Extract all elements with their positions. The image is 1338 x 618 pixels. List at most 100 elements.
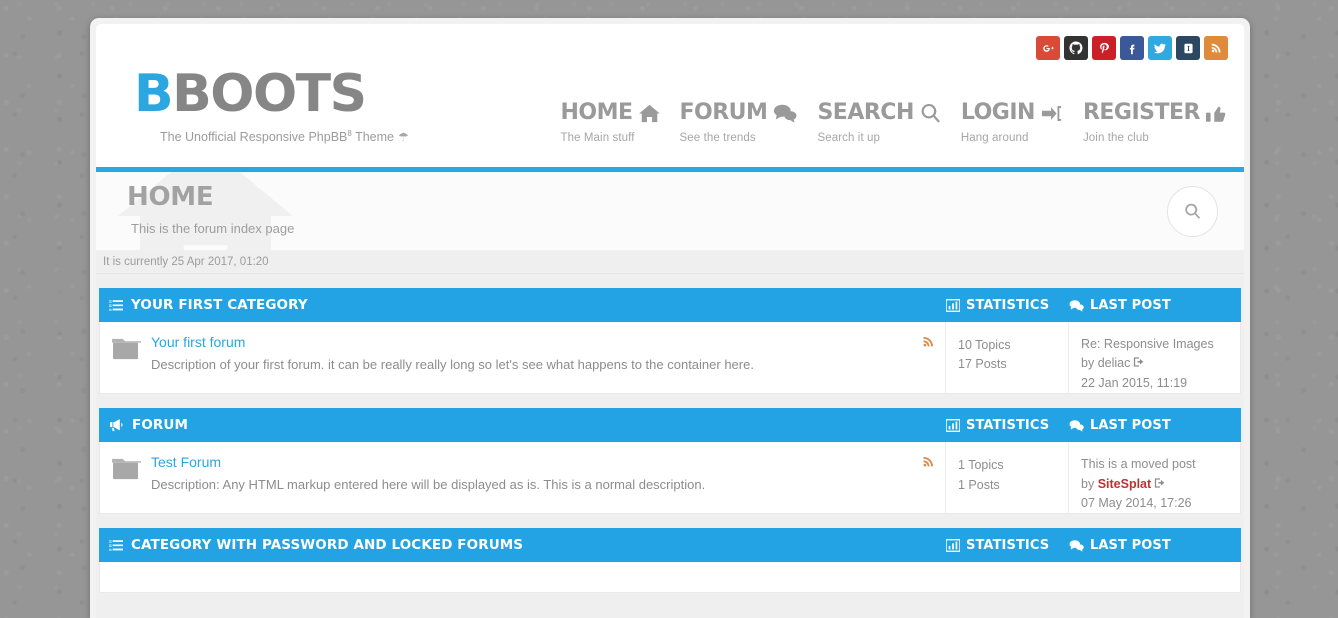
comments-icon — [773, 103, 797, 123]
column-header-statistics: STATISTICS — [946, 408, 1069, 442]
nav-login-sub: Hang around — [960, 132, 1029, 144]
logo-first-letter: B — [134, 64, 174, 124]
last-post-author[interactable]: SiteSplat — [1098, 477, 1152, 491]
nav-register-sub: Join the club — [1082, 132, 1149, 144]
page-viewport: BBOOTS The Unofficial Responsive PhpBB8 … — [96, 24, 1244, 618]
twitter-icon[interactable] — [1148, 36, 1172, 60]
column-header-last-post: LAST POST — [1069, 528, 1241, 562]
category-title-text: YOUR FIRST CATEGORY — [131, 297, 308, 313]
column-header-statistics: STATISTICS — [946, 288, 1069, 322]
nav-item-search[interactable]: SEARCH Search it up — [817, 102, 940, 144]
page-subtitle: This is the forum index page — [131, 221, 295, 236]
nav-item-forum[interactable]: FORUM See the trends — [680, 102, 798, 144]
category-header: CATEGORY WITH PASSWORD AND LOCKED FORUMS… — [99, 528, 1241, 563]
forum-info: Test Forum Description: Any HTML markup … — [100, 442, 945, 513]
comments-icon — [1069, 539, 1084, 552]
nav-item-login[interactable]: LOGIN Hang around — [961, 102, 1063, 144]
category-header: YOUR FIRST CATEGORY STATISTICS LAST POST — [99, 288, 1241, 322]
forum-category-block: FORUM STATISTICS LAST POST Test Forum De… — [96, 408, 1244, 515]
forum-category-block: YOUR FIRST CATEGORY STATISTICS LAST POST — [96, 288, 1244, 395]
brand-logo-block[interactable]: BBOOTS The Unofficial Responsive PhpBB8 … — [134, 68, 409, 144]
tagline-post: Theme — [351, 130, 394, 145]
forum-topics-count: 1 Topics — [958, 458, 1004, 473]
category-title[interactable]: CATEGORY WITH PASSWORD AND LOCKED FORUMS — [99, 528, 946, 562]
nav-item-register[interactable]: REGISTER Join the club — [1083, 102, 1228, 144]
forum-link[interactable]: Test Forum — [151, 454, 705, 472]
nav-item-home[interactable]: HOME The Main stuff — [560, 100, 660, 144]
comments-icon — [1069, 419, 1084, 432]
search-icon — [920, 103, 941, 124]
home-icon — [638, 104, 660, 123]
forum-row: Test Forum Description: Any HTML markup … — [99, 442, 1241, 515]
column-header-statistics-text: STATISTICS — [966, 297, 1050, 313]
forum-description: Description of your first forum. it can … — [151, 356, 754, 372]
header-search-button[interactable] — [1167, 186, 1218, 237]
comments-icon — [1069, 299, 1084, 312]
bar-chart-icon — [946, 418, 960, 432]
nav-search-label: SEARCH — [817, 100, 914, 125]
column-header-last-post-text: LAST POST — [1090, 297, 1171, 313]
nav-register-label: REGISTER — [1082, 100, 1201, 125]
category-title[interactable]: YOUR FIRST CATEGORY — [99, 288, 946, 322]
last-post-author-line: by SiteSplat — [1081, 475, 1230, 494]
forum-row — [99, 562, 1241, 594]
forum-description: Description: Any HTML markup entered her… — [151, 476, 706, 492]
site-header: BBOOTS The Unofficial Responsive PhpBB8 … — [96, 24, 1244, 172]
page-header-text: HOME This is the forum index page — [127, 184, 294, 236]
rss-icon[interactable] — [1204, 36, 1228, 60]
category-header: FORUM STATISTICS LAST POST — [99, 408, 1241, 443]
goto-post-icon[interactable] — [1133, 356, 1145, 368]
forum-category-block: CATEGORY WITH PASSWORD AND LOCKED FORUMS… — [96, 528, 1244, 594]
bullhorn-icon — [109, 418, 124, 432]
bar-chart-icon — [946, 538, 960, 552]
tasks-icon — [109, 299, 123, 312]
last-post-date: 07 May 2014, 17:26 — [1081, 495, 1192, 510]
nav-home-label: HOME — [560, 100, 633, 125]
forum-statistics: 10 Topics 17 Posts — [945, 322, 1068, 394]
pinterest-icon[interactable] — [1092, 36, 1116, 60]
instapaper-icon[interactable] — [1176, 36, 1200, 60]
facebook-icon[interactable] — [1120, 36, 1144, 60]
forum-last-post: This is a moved post by SiteSplat 07 May… — [1068, 442, 1240, 514]
last-post-author-line: by deliac — [1081, 354, 1230, 373]
forum-list: YOUR FIRST CATEGORY STATISTICS LAST POST — [96, 288, 1244, 594]
column-header-statistics: STATISTICS — [946, 528, 1069, 562]
rss-icon[interactable] — [922, 455, 935, 468]
tasks-icon — [109, 539, 123, 552]
last-post-subject[interactable]: This is a moved post — [1081, 455, 1230, 474]
forum-link[interactable]: Your first forum — [151, 334, 754, 352]
last-post-date: 22 Jan 2015, 11:19 — [1081, 375, 1188, 390]
site-tagline: The Unofficial Responsive PhpBB8 Theme ☂ — [160, 129, 409, 144]
nav-forum-sub: See the trends — [679, 132, 756, 144]
nav-search-sub: Search it up — [817, 132, 881, 144]
github-icon[interactable] — [1064, 36, 1088, 60]
nav-login-label: LOGIN — [960, 100, 1036, 125]
folder-icon — [112, 456, 141, 481]
umbrella-icon: ☂ — [397, 130, 409, 145]
google-plus-icon[interactable] — [1036, 36, 1060, 60]
site-logo[interactable]: BBOOTS — [134, 68, 409, 120]
social-links — [1036, 36, 1228, 60]
forum-topics-count: 10 Topics — [958, 338, 1011, 352]
folder-icon — [112, 336, 141, 361]
rss-icon[interactable] — [922, 335, 935, 348]
thumbs-up-icon — [1206, 104, 1228, 123]
column-header-last-post-text: LAST POST — [1090, 417, 1171, 433]
column-header-statistics-text: STATISTICS — [966, 417, 1050, 433]
category-title[interactable]: FORUM — [99, 408, 946, 442]
category-title-text: CATEGORY WITH PASSWORD AND LOCKED FORUMS — [131, 537, 524, 554]
goto-post-icon[interactable] — [1154, 477, 1166, 489]
sign-in-icon — [1041, 104, 1063, 123]
forum-info: Your first forum Description of your fir… — [100, 322, 945, 393]
column-header-last-post-text: LAST POST — [1090, 537, 1171, 553]
last-post-author[interactable]: deliac — [1098, 356, 1131, 370]
forum-last-post: Re: Responsive Images by deliac 22 Jan 2… — [1068, 322, 1240, 394]
column-header-statistics-text: STATISTICS — [966, 537, 1050, 553]
logo-rest: BOOTS — [172, 64, 367, 124]
current-time-bar: It is currently 25 Apr 2017, 01:20 — [96, 251, 1244, 274]
forum-posts-count: 17 Posts — [958, 357, 1007, 372]
forum-row: Your first forum Description of your fir… — [99, 322, 1241, 395]
last-post-subject[interactable]: Re: Responsive Images — [1081, 335, 1230, 354]
forum-statistics: 1 Topics 1 Posts — [945, 442, 1068, 514]
column-header-last-post: LAST POST — [1069, 288, 1241, 322]
